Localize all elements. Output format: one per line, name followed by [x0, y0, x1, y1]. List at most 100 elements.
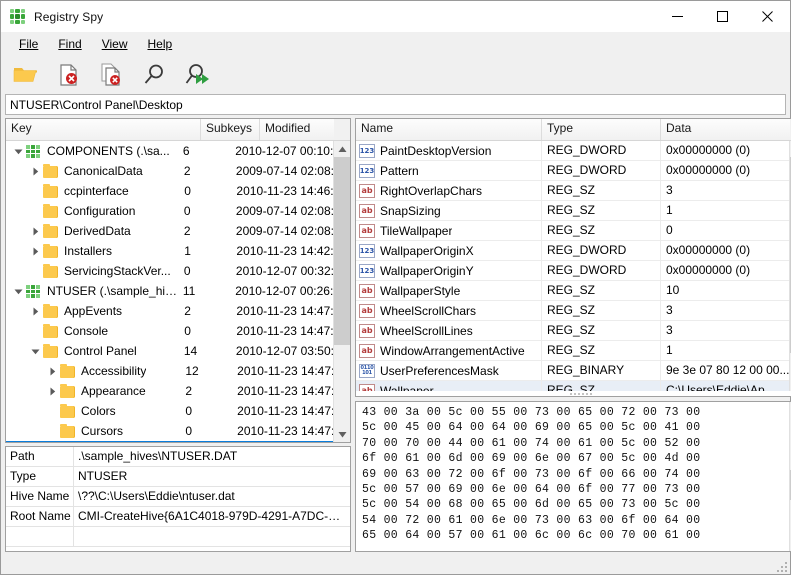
tree-row[interactable]: COMPONENTS (.\sa... 6 2010-12-07 00:10:29: [6, 141, 333, 161]
close-button[interactable]: [745, 1, 790, 32]
tree-expander[interactable]: [29, 221, 42, 241]
value-type: REG_SZ: [542, 200, 661, 221]
value-row[interactable]: ab RightOverlapChars REG_SZ 3: [356, 180, 790, 201]
value-row[interactable]: 0110 101 UserPreferencesMask REG_BINARY 9e 3…: [356, 360, 790, 381]
values-header-type[interactable]: Type: [542, 119, 661, 140]
values-header-name[interactable]: Name: [356, 119, 542, 140]
tree-header: Key Subkeys Modified: [6, 119, 350, 141]
tree-expander[interactable]: [29, 261, 42, 281]
hex-line: 6f 00 61 00 6d 00 69 00 6e 00 67 00 5c 0…: [362, 452, 701, 466]
value-type: REG_DWORD: [542, 260, 661, 281]
resize-grip[interactable]: [775, 560, 787, 572]
hive-metadata-row[interactable]: Type NTUSER: [6, 467, 350, 487]
hive-metadata-row[interactable]: [6, 527, 350, 547]
hive-metadata-row[interactable]: Root Name CMI-CreateHive{6A1C4018-979D-42…: [6, 507, 350, 527]
address-bar-container: NTUSER\Control Panel\Desktop: [1, 94, 790, 118]
hive-metadata-row[interactable]: Path .\sample_hives\NTUSER.DAT: [6, 447, 350, 467]
tree-row[interactable]: Control Panel 14 2010-12-07 03:50:28: [6, 341, 333, 361]
tree-row[interactable]: Cursors 0 2010-11-23 14:47:25: [6, 421, 333, 441]
tree-row[interactable]: ccpinterface 0 2010-11-23 14:46:02: [6, 181, 333, 201]
tree-expander[interactable]: [29, 161, 42, 181]
tree-expander[interactable]: [46, 441, 59, 442]
tree-row[interactable]: AppEvents 2 2010-11-23 14:47:06: [6, 301, 333, 321]
value-row[interactable]: 123 WallpaperOriginY REG_DWORD 0x00000000 (…: [356, 260, 790, 281]
title-bar: Registry Spy: [1, 1, 790, 32]
menu-file[interactable]: File: [9, 34, 48, 54]
value-name: WheelScrollChars: [380, 303, 477, 318]
tree-expander[interactable]: [12, 281, 25, 301]
tree-row[interactable]: Colors 0 2010-11-23 14:47:24: [6, 401, 333, 421]
value-row[interactable]: 123 Pattern REG_DWORD 0x00000000 (0): [356, 160, 790, 181]
value-name: TileWallpaper: [380, 223, 453, 238]
tree-row-modified: 2010-11-23 14:47:06: [237, 364, 333, 378]
tree-expander[interactable]: [12, 141, 25, 161]
find-button[interactable]: [138, 59, 172, 91]
tree-expander[interactable]: [29, 301, 42, 321]
tree-row[interactable]: Accessibility 12 2010-11-23 14:47:06: [6, 361, 333, 381]
value-type: REG_SZ: [542, 180, 661, 201]
open-hive-button[interactable]: [9, 59, 43, 91]
tree-scroll-thumb[interactable]: [334, 157, 350, 345]
menu-find[interactable]: Find: [48, 34, 91, 54]
tree-expander[interactable]: [29, 201, 42, 221]
tree-expander[interactable]: [46, 381, 59, 401]
value-data: C:\Users\Eddie\Ap...: [666, 382, 775, 392]
hex-lines[interactable]: 43 00 3a 00 5c 00 55 00 73 00 65 00 72 0…: [356, 402, 789, 551]
tree-header-subkeys[interactable]: Subkeys: [201, 119, 260, 140]
tree-expander[interactable]: [29, 341, 42, 361]
menu-view[interactable]: View: [92, 34, 138, 54]
tree-row[interactable]: ServicingStackVer... 0 2010-12-07 00:32:58: [6, 261, 333, 281]
value-row[interactable]: ab SnapSizing REG_SZ 1: [356, 200, 790, 221]
value-row[interactable]: ab TileWallpaper REG_SZ 0: [356, 220, 790, 241]
tree-row-modified: 2010-11-23 14:47:24: [237, 404, 333, 418]
tree-header-modified[interactable]: Modified: [260, 119, 334, 140]
tree-expander[interactable]: [46, 401, 59, 421]
tree-expander[interactable]: [29, 181, 42, 201]
tree-scrollbar[interactable]: [333, 141, 350, 442]
tree-row-key: NTUSER (.\sample_hiv...: [47, 284, 178, 298]
tree-row[interactable]: Console 0 2010-11-23 14:47:06: [6, 321, 333, 341]
tree-expander[interactable]: [46, 421, 59, 441]
values-splitter[interactable]: [356, 391, 791, 396]
tree-row-modified: 2010-12-07 00:10:29: [235, 144, 333, 158]
hive-metadata-row[interactable]: Hive Name \??\C:\Users\Eddie\ntuser.dat: [6, 487, 350, 507]
value-row[interactable]: ab WheelScrollChars REG_SZ 3: [356, 300, 790, 321]
tree-row-modified: 2009-07-14 02:08:00: [235, 164, 333, 178]
tree-scroll-up-button[interactable]: [334, 141, 350, 157]
value-row[interactable]: 123 WallpaperOriginX REG_DWORD 0x00000000 (…: [356, 240, 790, 261]
tree-row[interactable]: NTUSER (.\sample_hiv... 11 2010-12-07 00:2…: [6, 281, 333, 301]
close-hive-button[interactable]: [52, 59, 86, 91]
menu-help[interactable]: Help: [137, 34, 182, 54]
tree-row[interactable]: Configuration 0 2009-07-14 02:08:00: [6, 201, 333, 221]
string-icon: ab: [359, 343, 375, 358]
tree-expander[interactable]: [29, 241, 42, 261]
address-bar-input[interactable]: NTUSER\Control Panel\Desktop: [5, 94, 786, 115]
find-next-button[interactable]: [181, 59, 215, 91]
tree-row[interactable]: Appearance 2 2010-11-23 14:47:23: [6, 381, 333, 401]
close-all-hives-button[interactable]: [95, 59, 129, 91]
hive-metadata-label: [6, 527, 74, 546]
values-header-data[interactable]: Data: [661, 119, 790, 140]
folder-icon: [59, 403, 76, 419]
value-row[interactable]: ab Wallpaper REG_SZ C:\Users\Eddie\Ap...: [356, 380, 790, 392]
value-row[interactable]: ab WheelScrollLines REG_SZ 3: [356, 320, 790, 341]
tree-scroll-down-button[interactable]: [334, 426, 350, 442]
tree-row[interactable]: Desktop32010-12-07 00:26:10: [6, 441, 333, 442]
registry-spy-window: Registry Spy File Find View Help NTUSER\…: [0, 0, 791, 575]
tree-expander[interactable]: [46, 361, 59, 381]
minimize-button[interactable]: [655, 1, 700, 32]
tree-expander[interactable]: [29, 321, 42, 341]
tree-row-subkeys: 0: [184, 184, 191, 198]
tree-row[interactable]: DerivedData 2 2009-07-14 02:08:00: [6, 221, 333, 241]
status-bar: [1, 556, 790, 574]
value-row[interactable]: ab WallpaperStyle REG_SZ 10: [356, 280, 790, 301]
maximize-button[interactable]: [700, 1, 745, 32]
tree-header-key[interactable]: Key: [6, 119, 201, 140]
value-row[interactable]: ab WindowArrangementActive REG_SZ 1: [356, 340, 790, 361]
tree-row[interactable]: Installers 1 2010-11-23 14:42:24: [6, 241, 333, 261]
tree-row-modified: 2010-11-23 14:47:06: [236, 304, 333, 318]
value-row[interactable]: 123 PaintDesktopVersion REG_DWORD 0x0000000…: [356, 141, 790, 161]
tree-row[interactable]: CanonicalData 2 2009-07-14 02:08:00: [6, 161, 333, 181]
tree-scroll-track[interactable]: [334, 157, 350, 426]
tree-row-subkeys: 0: [185, 424, 193, 438]
